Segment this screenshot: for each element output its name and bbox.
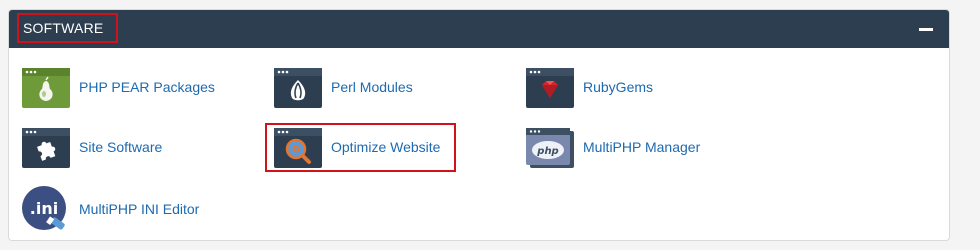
svg-text:.ini: .ini bbox=[30, 199, 58, 218]
item-label: Optimize Website bbox=[331, 139, 441, 155]
item-perl-modules[interactable]: Perl Modules bbox=[274, 68, 434, 108]
item-label: MultiPHP Manager bbox=[583, 139, 701, 155]
perl-onion-icon bbox=[274, 68, 322, 108]
item-label: Perl Modules bbox=[331, 79, 413, 95]
item-label: RubyGems bbox=[583, 79, 654, 95]
minus-icon bbox=[919, 28, 933, 31]
item-label: MultiPHP INI Editor bbox=[79, 201, 200, 217]
ruby-gem-icon bbox=[526, 68, 574, 108]
item-php-pear-packages[interactable]: PHP PEAR Packages bbox=[22, 68, 222, 108]
item-rubygems[interactable]: RubyGems bbox=[526, 68, 676, 108]
item-site-software[interactable]: Site Software bbox=[22, 128, 202, 168]
item-multiphp-manager[interactable]: php MultiPHP Manager bbox=[526, 128, 716, 168]
php-pear-icon bbox=[22, 68, 70, 108]
puzzle-piece-icon bbox=[22, 128, 70, 168]
collapse-button[interactable] bbox=[919, 24, 933, 34]
item-optimize-website[interactable]: Optimize Website bbox=[274, 128, 454, 168]
panel-header[interactable]: SOFTWARE bbox=[9, 10, 949, 48]
svg-text:php: php bbox=[536, 146, 558, 157]
panel-title: SOFTWARE bbox=[23, 20, 104, 36]
item-multiphp-ini-editor[interactable]: .ini MultiPHP INI Editor bbox=[22, 186, 222, 234]
item-label: PHP PEAR Packages bbox=[79, 79, 215, 95]
software-panel: SOFTWARE PHP PEAR Packages Perl Modules … bbox=[8, 9, 950, 241]
magnifier-gear-icon bbox=[274, 128, 322, 168]
item-label: Site Software bbox=[79, 139, 163, 155]
ini-file-icon: .ini bbox=[22, 186, 70, 234]
php-logo-icon: php bbox=[526, 128, 574, 168]
